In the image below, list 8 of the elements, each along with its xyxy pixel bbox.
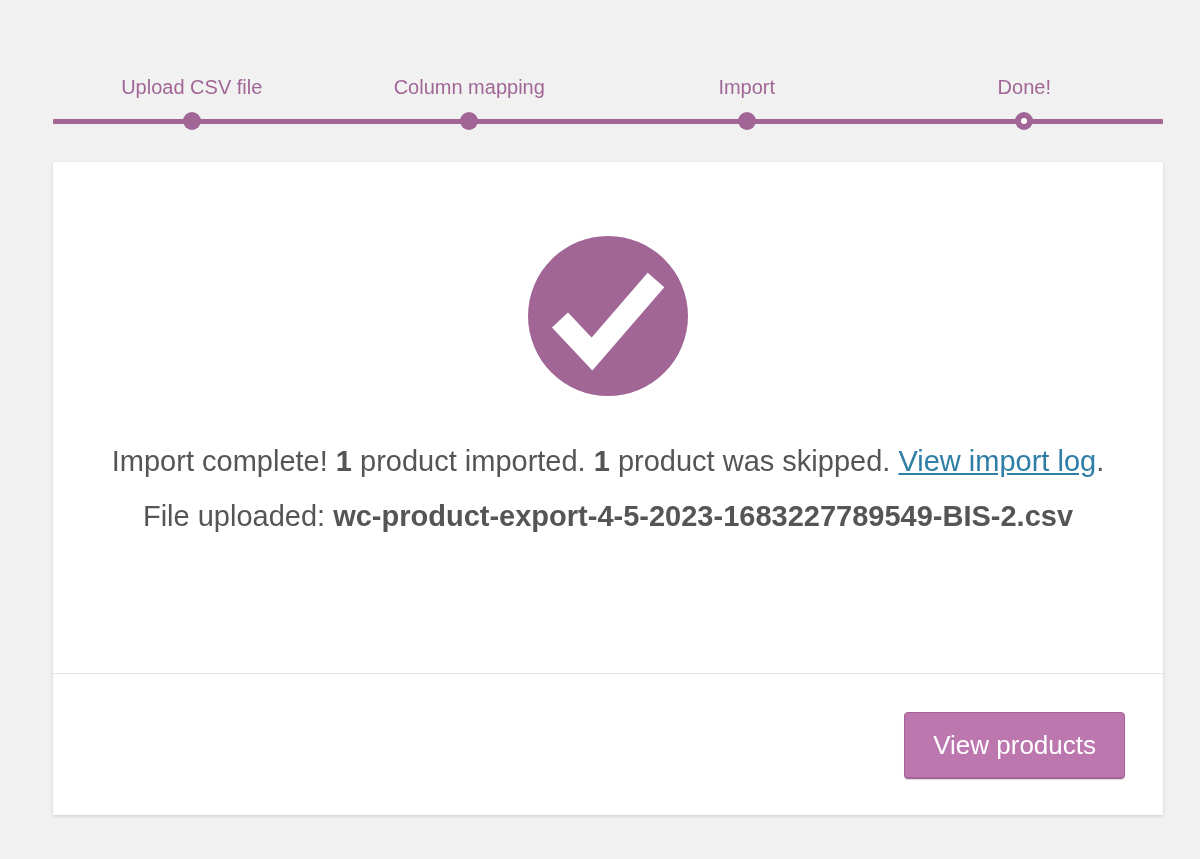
check-circle-icon	[528, 236, 688, 396]
import-message: Import complete! 1 product imported. 1 product was skipped. View import log. File uploaded: wc-product-export-4-5-2023-1683227789549-BIS-2.csv	[110, 444, 1106, 534]
view-import-log-link[interactable]: View import log	[898, 445, 1097, 477]
step-label: Import	[718, 75, 776, 100]
step-label: Column mapping	[393, 75, 545, 100]
step-label: Upload CSV file	[121, 75, 263, 100]
step-label: Done!	[997, 75, 1051, 100]
view-products-button[interactable]: View products	[904, 712, 1125, 779]
